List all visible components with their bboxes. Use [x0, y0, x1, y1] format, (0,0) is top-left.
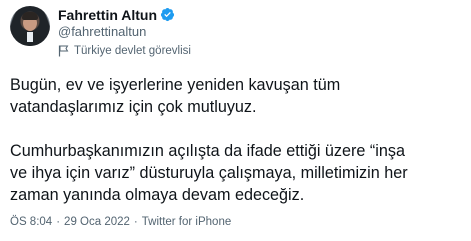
avatar-shirt — [27, 32, 33, 42]
flag-icon — [58, 45, 69, 57]
author-display-name[interactable]: Fahrettin Altun — [58, 7, 157, 23]
verified-badge-icon — [160, 7, 175, 22]
name-row: Fahrettin Altun — [58, 6, 191, 23]
tweet-text: Bugün, ev ve işyerlerine yeniden kavuşan… — [10, 74, 465, 206]
author-identity: Fahrettin Altun @fahrettinaltun Türkiye … — [58, 6, 191, 58]
tweet-header: Fahrettin Altun @fahrettinaltun Türkiye … — [10, 6, 191, 57]
account-label[interactable]: Türkiye devlet görevlisi — [58, 44, 191, 58]
tweet-paragraph-2: Cumhurbaşkanımızın açılışta da ifade ett… — [10, 142, 408, 204]
tweet-meta: ÖS 8:04 · 29 Oca 2022 · Twitter for iPho… — [10, 216, 231, 228]
author-handle[interactable]: @fahrettinaltun — [58, 24, 191, 40]
tweet-client[interactable]: Twitter for iPhone — [142, 216, 231, 228]
tweet-time[interactable]: ÖS 8:04 — [10, 216, 52, 228]
meta-separator-1: · — [56, 216, 61, 228]
tweet-paragraph-1: Bugün, ev ve işyerlerine yeniden kavuşan… — [10, 76, 341, 116]
account-label-text: Türkiye devlet görevlisi — [74, 45, 191, 57]
avatar-hair — [22, 12, 38, 20]
tweet-date[interactable]: 29 Oca 2022 — [64, 216, 130, 228]
tweet-card: Fahrettin Altun @fahrettinaltun Türkiye … — [0, 0, 471, 241]
meta-separator-2: · — [133, 216, 138, 228]
avatar[interactable] — [10, 6, 50, 46]
